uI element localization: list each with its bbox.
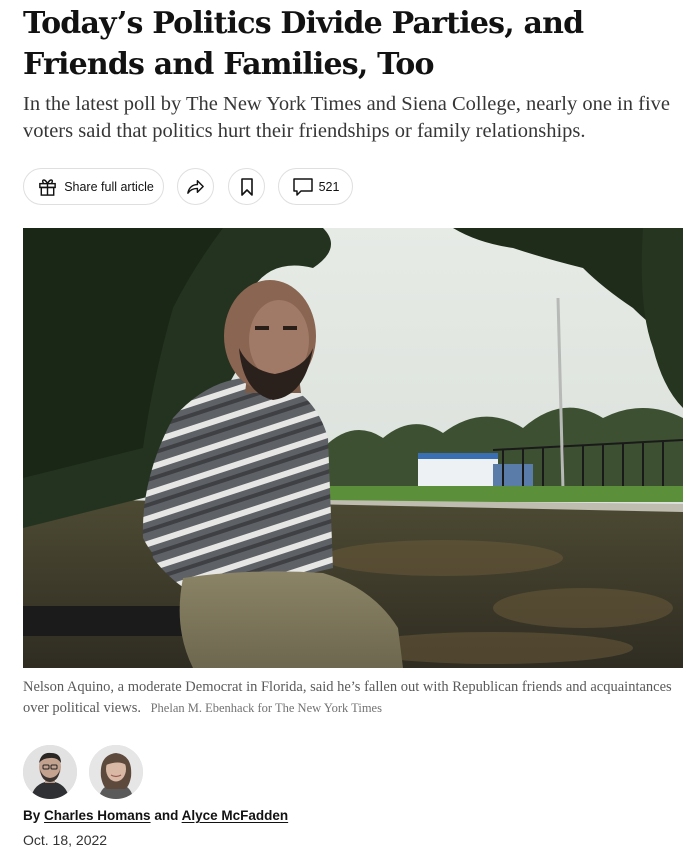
photo-credit: Phelan M. Ebenhack for The New York Time…: [150, 701, 382, 715]
author-avatar-charles-homans[interactable]: [23, 745, 77, 799]
headline: Today’s Politics Divide Parties, and Fri…: [23, 6, 584, 82]
share-button[interactable]: [177, 168, 214, 205]
share-arrow-icon: [185, 176, 206, 197]
author-link-alyce-mcfadden[interactable]: Alyce McFadden: [182, 808, 289, 823]
comment-bubble-icon: [292, 177, 314, 197]
comments-button[interactable]: 521: [278, 168, 353, 205]
summary: In the latest poll by The New York Times…: [23, 93, 670, 142]
photo-caption: Nelson Aquino, a moderate Democrat in Fl…: [23, 677, 683, 719]
gift-icon: [37, 176, 58, 197]
author-link-charles-homans[interactable]: Charles Homans: [44, 808, 151, 823]
comment-count: 521: [318, 179, 340, 194]
author-avatar-alyce-mcfadden[interactable]: [89, 745, 143, 799]
byline: By Charles Homans and Alyce McFadden: [23, 808, 288, 823]
share-full-article-button[interactable]: Share full article: [23, 168, 164, 205]
save-button[interactable]: [228, 168, 265, 205]
share-full-article-label: Share full article: [64, 179, 154, 194]
lead-photo: [23, 228, 683, 668]
bookmark-icon: [239, 177, 255, 197]
byline-joiner: and: [154, 808, 179, 823]
publish-date: Oct. 18, 2022: [23, 832, 108, 848]
byline-prefix: By: [23, 808, 41, 823]
